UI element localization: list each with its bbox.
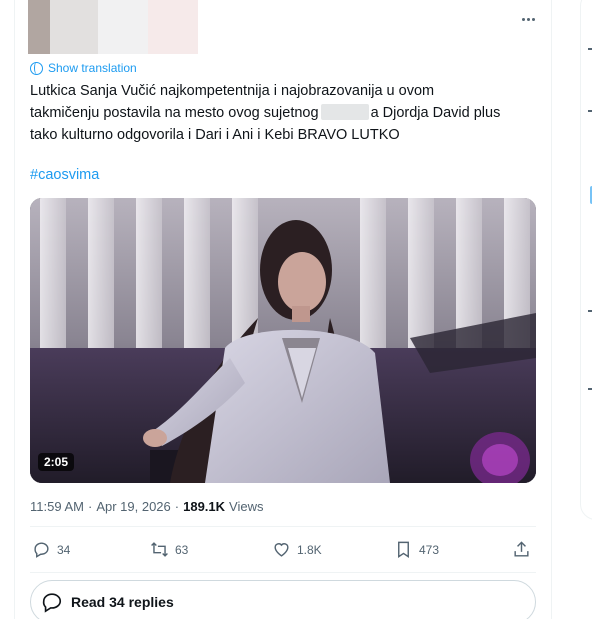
- video-duration: 2:05: [38, 453, 75, 471]
- show-translation-label: Show translation: [48, 61, 137, 75]
- divider: [30, 572, 536, 573]
- right-sidebar-item: [588, 388, 592, 390]
- redacted-word: [320, 104, 369, 120]
- divider: [30, 526, 536, 527]
- right-sidebar: [568, 0, 592, 619]
- share-button[interactable]: [512, 540, 531, 559]
- repost-icon: [151, 542, 168, 557]
- more-icon[interactable]: [516, 10, 540, 28]
- bookmark-count: 473: [419, 542, 440, 557]
- views-label: Views: [229, 499, 264, 514]
- bookmark-button[interactable]: 473: [394, 540, 439, 559]
- reply-count: 34: [57, 542, 71, 557]
- tweet-text: Lutkica Sanja Vučić najkompetentnija i n…: [30, 80, 535, 146]
- action-bar: 34 63 1.8K 473: [30, 540, 536, 564]
- right-sidebar-item: [588, 310, 592, 312]
- hashtag-link[interactable]: #caosvima: [30, 167, 99, 183]
- heart-icon: [274, 543, 289, 557]
- read-replies-label: Read 34 replies: [71, 594, 174, 610]
- tweet-text-line: Lutkica Sanja Vučić najkompetentnija i n…: [30, 83, 435, 99]
- show-translation-link[interactable]: Show translation: [30, 61, 137, 75]
- views-count: 189.1K: [183, 499, 226, 514]
- repost-count: 63: [175, 542, 189, 557]
- video-player[interactable]: 2:05: [30, 198, 536, 483]
- right-sidebar-panel: [580, 0, 592, 520]
- tweet-meta: 11:59 AM · Apr 19, 2026 · 189.1K Views: [30, 499, 264, 514]
- right-sidebar-item: [588, 110, 592, 112]
- like-button[interactable]: 1.8K: [272, 540, 322, 559]
- globe-icon: [30, 61, 43, 75]
- repost-button[interactable]: 63: [150, 540, 188, 559]
- tweet-text-line: takmičenju postavila na mesto ovog sujet…: [30, 104, 501, 121]
- bookmark-icon: [398, 541, 409, 558]
- right-sidebar-item: [588, 48, 592, 50]
- tweet-time[interactable]: 11:59 AM: [30, 499, 84, 514]
- share-icon: [514, 541, 529, 557]
- tweet-date[interactable]: Apr 19, 2026: [96, 499, 170, 514]
- read-replies-button[interactable]: Read 34 replies: [30, 580, 536, 619]
- reply-icon: [34, 542, 49, 558]
- reply-button[interactable]: 34: [32, 540, 70, 559]
- speech-bubble-icon: [42, 593, 62, 613]
- video-frame: [30, 198, 536, 483]
- blurred-header-image: [28, 0, 198, 54]
- tweet-text-line: tako kulturno odgovorila i Dari i Ani i …: [30, 127, 400, 143]
- like-count: 1.8K: [297, 542, 322, 557]
